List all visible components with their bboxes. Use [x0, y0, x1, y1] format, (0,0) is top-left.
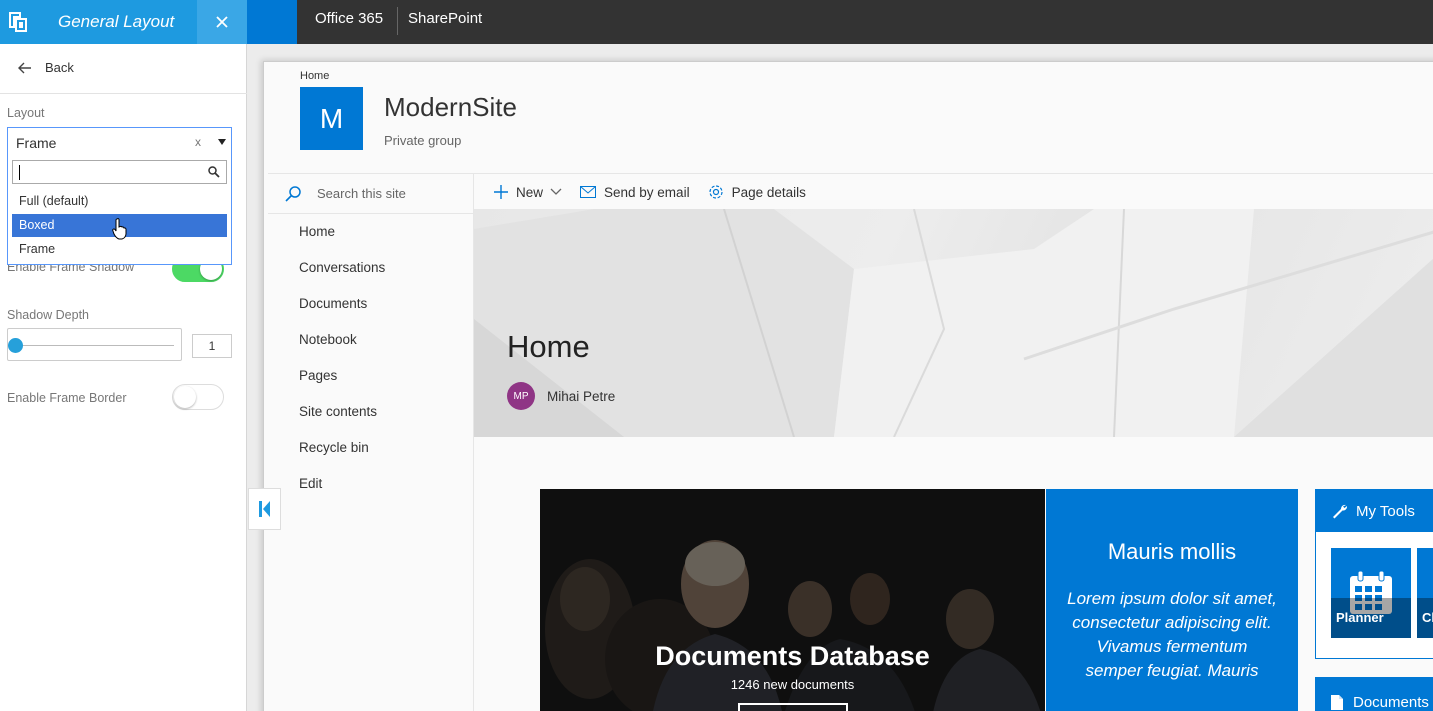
documents-webpart-header[interactable]: Documents [1315, 677, 1433, 711]
breadcrumb[interactable]: Home [300, 70, 329, 82]
documents-database-button[interactable] [738, 703, 848, 711]
nav-item-pages[interactable]: Pages [299, 368, 337, 383]
panel-divider [0, 93, 247, 94]
office-365-link[interactable]: Office 365 [315, 10, 383, 27]
back-label: Back [45, 60, 74, 75]
layout-label: Layout [7, 106, 45, 120]
layout-option-full[interactable]: Full (default) [12, 190, 227, 213]
mail-icon [580, 186, 597, 198]
brand-logo-icon[interactable] [0, 0, 36, 44]
back-button[interactable]: Back [18, 60, 74, 75]
nav-item-recycle-bin[interactable]: Recycle bin [299, 440, 369, 455]
planner-label: Planner [1336, 610, 1384, 625]
wrench-icon [1333, 504, 1348, 519]
collapse-panel-button[interactable] [248, 488, 281, 530]
site-search[interactable]: Search this site [268, 174, 474, 214]
page-header-hero: Home MP Mihai Petre [474, 209, 1433, 437]
text-caret [19, 165, 20, 180]
send-by-email-button[interactable]: Send by email [580, 185, 690, 200]
shadow-depth-input[interactable]: 1 [192, 334, 232, 358]
search-icon [208, 166, 220, 178]
nav-item-documents[interactable]: Documents [299, 296, 367, 311]
chevron-down-icon [550, 188, 562, 195]
site-search-placeholder: Search this site [317, 186, 406, 201]
close-icon [216, 16, 228, 28]
layout-selected-value: Frame [16, 135, 57, 151]
planner-tool-tile[interactable]: Planner [1331, 548, 1411, 638]
documents-database-count: 1246 new documents [730, 677, 855, 692]
mauris-mollis-tile: Mauris mollis Lorem ipsum dolor sit amet… [1046, 489, 1298, 711]
slider-thumb[interactable] [8, 338, 23, 353]
settings-panel: Back Layout Enable Frame Shadow Shadow D… [0, 44, 247, 711]
blue-tile-title: Mauris mollis [1107, 539, 1237, 564]
new-label: New [516, 184, 544, 200]
nav-item-notebook[interactable]: Notebook [299, 332, 357, 347]
page-details-label: Page details [731, 184, 806, 200]
clear-selection-button[interactable]: x [195, 135, 201, 149]
site-logo[interactable]: M [300, 87, 363, 150]
site-title[interactable]: ModernSite [384, 92, 517, 123]
layout-option-frame[interactable]: Frame [12, 238, 227, 261]
new-button[interactable]: New [494, 185, 562, 200]
send-by-email-label: Send by email [604, 184, 690, 200]
enable-frame-border-toggle[interactable] [172, 384, 224, 410]
hero-background-image [474, 209, 1433, 437]
collapse-left-icon [258, 501, 270, 517]
my-tools-title: My Tools [1356, 502, 1415, 520]
documents-webpart-title: Documents [1353, 693, 1429, 711]
gear-icon [708, 185, 723, 199]
my-tools-header: My Tools [1316, 490, 1433, 532]
panel-header: General Layout [0, 0, 247, 44]
nav-item-edit[interactable]: Edit [299, 476, 322, 491]
shadow-depth-slider[interactable] [7, 328, 182, 361]
blue-tile-body: Lorem ipsum dolor sit amet, consectetur … [1067, 589, 1277, 680]
page-author[interactable]: MP Mihai Petre [507, 382, 615, 410]
page-title: Home [507, 329, 590, 364]
document-icon [1331, 694, 1343, 710]
panel-title: General Layout [58, 12, 175, 31]
hand-cursor-icon [112, 218, 127, 240]
site-subtitle: Private group [384, 133, 462, 148]
nav-item-site-contents[interactable]: Site contents [299, 404, 377, 419]
app-launcher-strip[interactable] [247, 0, 297, 44]
suite-bar: General Layout Office 365 SharePoint [0, 0, 1433, 44]
nav-item-conversations[interactable]: Conversations [299, 260, 385, 275]
slider-track [16, 345, 174, 346]
second-tool-label: Cl [1422, 610, 1433, 625]
second-tool-tile[interactable]: Cl [1417, 548, 1433, 638]
command-bar: New Send by email Page details [494, 181, 824, 203]
arrow-left-icon [18, 62, 31, 73]
author-name: Mihai Petre [547, 388, 616, 404]
enable-frame-border-label: Enable Frame Border [7, 391, 127, 405]
plus-icon [494, 185, 508, 199]
nav-item-home[interactable]: Home [299, 224, 335, 239]
suite-bar-divider [397, 7, 398, 35]
chevron-down-icon[interactable] [218, 139, 226, 145]
avatar: MP [507, 382, 535, 410]
shadow-depth-label: Shadow Depth [7, 308, 90, 322]
layout-select[interactable]: Frame x Full (default) Boxed Frame [7, 127, 232, 265]
close-panel-button[interactable] [197, 0, 247, 44]
sharepoint-link[interactable]: SharePoint [408, 10, 482, 27]
documents-database-tile[interactable]: Documents Database 1246 new documents [540, 489, 1045, 711]
page-details-button[interactable]: Page details [708, 184, 806, 200]
toggle-knob [174, 386, 196, 408]
left-navigation: Search this site Home Conversations Docu… [268, 174, 474, 711]
layout-search-input[interactable] [12, 160, 227, 184]
my-tools-panel: My Tools Planner Cl [1315, 489, 1433, 659]
search-icon [285, 186, 301, 202]
sharepoint-site-frame: Home M ModernSite Private group Search t… [263, 61, 1433, 711]
documents-database-title: Documents Database [655, 641, 930, 671]
